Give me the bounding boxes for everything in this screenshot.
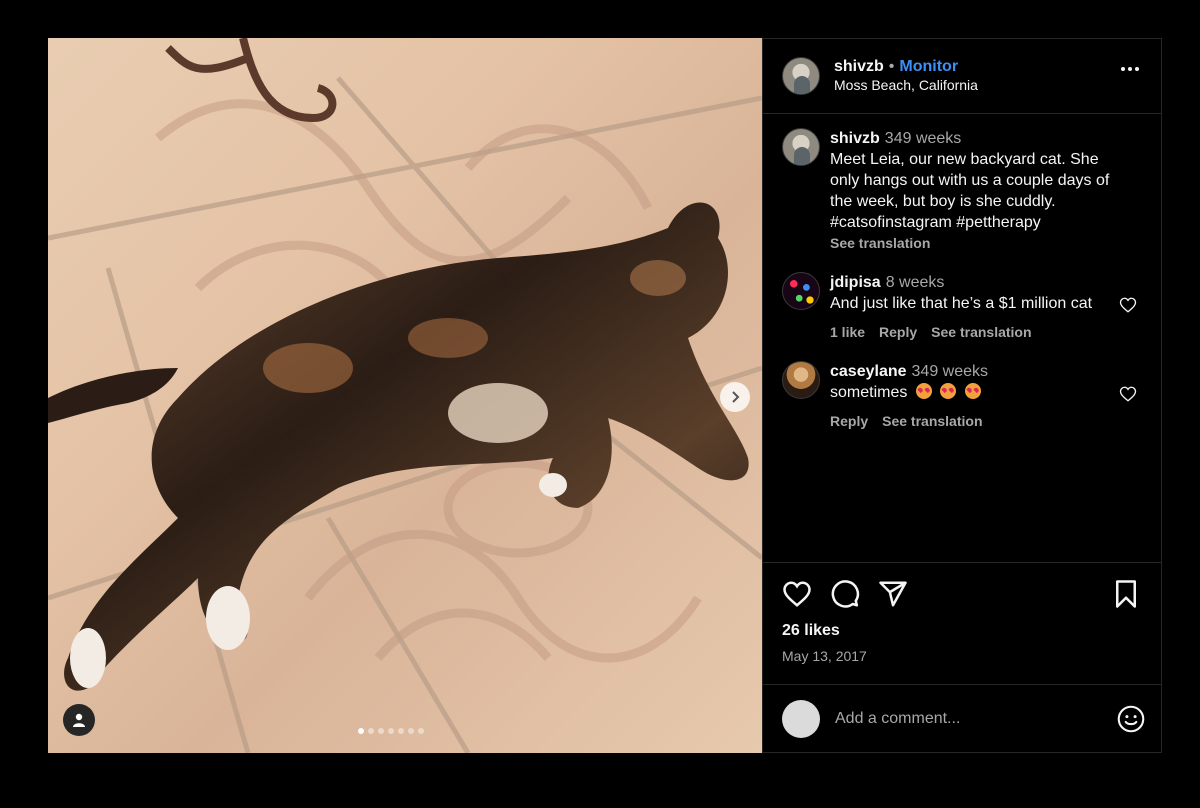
comment-likes-count[interactable]: 1 like <box>830 322 865 343</box>
add-comment-input[interactable] <box>835 709 1095 728</box>
carousel-dot <box>378 728 384 734</box>
heart-eyes-cat-emoji-icon <box>915 383 932 399</box>
separator-dot: • <box>888 58 895 76</box>
follow-button[interactable]: Monitor <box>899 57 958 77</box>
next-slide-button[interactable] <box>720 382 750 412</box>
more-options-button[interactable] <box>1121 67 1139 71</box>
comment-item: caseylane 349 weeks sometimes Reply See t… <box>782 361 1145 432</box>
see-translation-link[interactable]: See translation <box>931 322 1031 343</box>
caption-item: shivzb 349 weeks Meet Leia, our new backy… <box>782 128 1145 254</box>
tagged-users-button[interactable] <box>63 704 95 736</box>
carousel-dot <box>418 728 424 734</box>
comment-text: sometimes <box>830 384 908 401</box>
post-location[interactable]: Moss Beach, California <box>834 77 978 95</box>
bookmark-save-icon[interactable] <box>1111 579 1141 609</box>
heart-eyes-cat-emoji-icon <box>964 383 981 399</box>
comment-body: caseylane 349 weeks sometimes Reply See t… <box>830 361 1130 432</box>
carousel-dot <box>398 728 404 734</box>
post-header: shivzb • Monitor Moss Beach, California <box>763 39 1161 114</box>
post-modal: shivzb • Monitor Moss Beach, California … <box>48 38 1162 753</box>
comment-text: And just like that he’s a $1 million cat <box>830 295 1093 312</box>
comment-text-row: sometimes <box>830 382 1130 403</box>
post-date[interactable]: May 13, 2017 <box>782 648 1145 664</box>
user-icon <box>73 713 85 727</box>
carousel-dot <box>408 728 414 734</box>
more-dot <box>1121 67 1125 71</box>
see-translation-link[interactable]: See translation <box>882 411 982 432</box>
heart-eyes-cat-emoji-icon <box>940 383 957 399</box>
comment-username[interactable]: caseylane <box>830 363 907 380</box>
comment-bubble-icon[interactable] <box>830 579 860 609</box>
reply-button[interactable]: Reply <box>830 411 868 432</box>
post-actions: 26 likes May 13, 2017 <box>763 562 1161 684</box>
caption-text: Meet Leia, our new backyard cat. She onl… <box>830 151 1110 231</box>
comment-meta: 1 like Reply See translation <box>830 322 1130 343</box>
like-heart-icon[interactable] <box>782 579 812 609</box>
reply-button[interactable]: Reply <box>879 322 917 343</box>
avatar[interactable] <box>782 128 820 166</box>
carousel-dot <box>388 728 394 734</box>
action-icons-row <box>782 579 1145 609</box>
more-dot <box>1128 67 1132 71</box>
like-comment-heart-icon[interactable] <box>1119 296 1137 314</box>
caption-meta: See translation <box>830 233 1130 254</box>
like-comment-heart-icon[interactable] <box>1119 385 1137 403</box>
avatar[interactable] <box>782 57 820 95</box>
comment-time: 8 weeks <box>885 274 945 291</box>
header-text: shivzb • Monitor Moss Beach, California <box>834 57 978 95</box>
carousel-indicator <box>358 728 424 734</box>
post-image[interactable] <box>48 38 762 753</box>
comment-time: 349 weeks <box>911 363 989 380</box>
comment-meta: Reply See translation <box>830 411 1130 432</box>
caption-body: shivzb 349 weeks Meet Leia, our new backy… <box>830 128 1130 254</box>
photo-cat-on-tiles <box>48 38 762 753</box>
avatar[interactable] <box>782 361 820 399</box>
carousel-dot <box>358 728 364 734</box>
comments-list[interactable]: shivzb 349 weeks Meet Leia, our new backy… <box>763 114 1161 562</box>
likes-count[interactable]: 26 likes <box>782 622 1145 640</box>
comment-body: jdipisa 8 weeks And just like that he’s a… <box>830 272 1130 343</box>
comment-username[interactable]: jdipisa <box>830 274 881 291</box>
see-translation-link[interactable]: See translation <box>830 233 930 254</box>
chevron-right-icon <box>732 391 740 403</box>
share-send-icon[interactable] <box>878 579 908 609</box>
avatar[interactable] <box>782 272 820 310</box>
post-author-username[interactable]: shivzb <box>834 57 884 77</box>
header-row: shivzb • Monitor <box>834 57 978 77</box>
caption-username[interactable]: shivzb <box>830 130 880 147</box>
more-dot <box>1135 67 1139 71</box>
current-user-avatar <box>782 699 820 738</box>
emoji-smiley-icon[interactable] <box>1117 705 1145 733</box>
post-side-panel: shivzb • Monitor Moss Beach, California … <box>762 38 1162 753</box>
caption-time: 349 weeks <box>884 130 962 147</box>
add-comment-bar <box>763 684 1161 752</box>
carousel-dot <box>368 728 374 734</box>
comment-item: jdipisa 8 weeks And just like that he’s a… <box>782 272 1145 343</box>
